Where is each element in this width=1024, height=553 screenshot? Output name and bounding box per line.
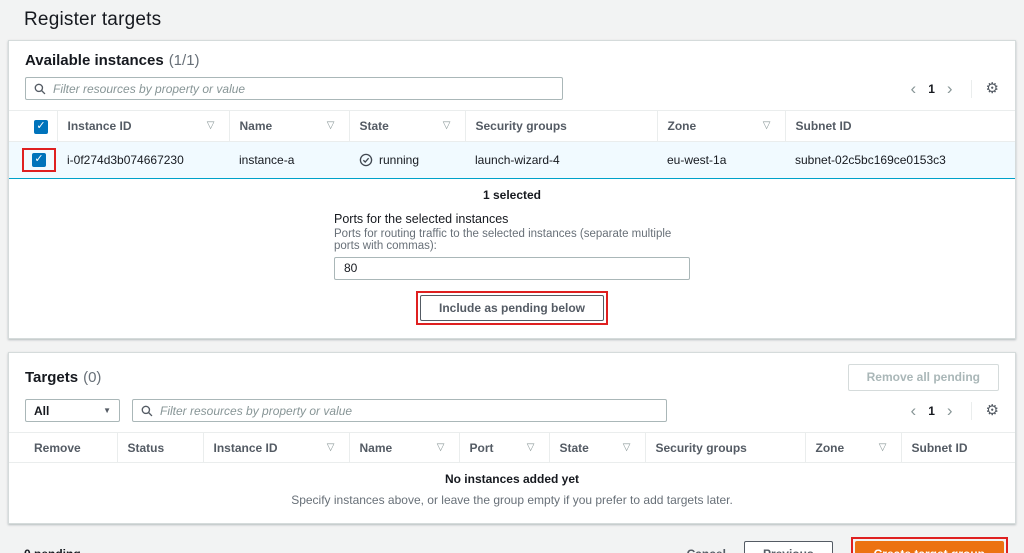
row-checkbox[interactable]: ✓ (32, 153, 46, 167)
sort-icon: ▽ (327, 442, 339, 453)
cell-state: running (349, 141, 465, 178)
sort-icon: ▽ (207, 120, 219, 131)
running-status-icon (359, 153, 373, 167)
column-header-name[interactable]: Name ▽ (229, 111, 349, 142)
available-instances-title: Available instances (25, 52, 164, 69)
include-as-pending-button[interactable]: Include as pending below (420, 295, 604, 322)
sort-icon: ▽ (437, 442, 449, 453)
selected-count-text: 1 selected (9, 179, 1015, 204)
cancel-button[interactable]: Cancel (687, 547, 726, 553)
column-header-state[interactable]: State ▽ (349, 111, 465, 142)
remove-all-pending-button[interactable]: Remove all pending (848, 364, 999, 391)
instance-row: ✓ i-0f274d3b074667230 instance-a running… (9, 141, 1015, 178)
table-header-row: ✓ Instance ID ▽ Name ▽ State ▽ Security … (9, 111, 1015, 142)
column-header-port[interactable]: Port ▽ (459, 433, 549, 463)
cell-subnet-id: subnet-02c5bc169ce0153c3 (785, 141, 1015, 178)
empty-state-hint: Specify instances above, or leave the gr… (9, 493, 1015, 507)
next-page-button[interactable]: › (939, 80, 961, 97)
column-header-name[interactable]: Name ▽ (349, 433, 459, 463)
column-header-security-groups: Security groups (465, 111, 657, 142)
cell-zone: eu-west-1a (657, 141, 785, 178)
cell-security-groups: launch-wizard-4 (465, 141, 657, 178)
row-select-cell: ✓ (9, 141, 57, 178)
targets-filter-input[interactable] (160, 404, 658, 418)
ports-input[interactable] (334, 257, 690, 280)
settings-gear-icon[interactable]: ⚙ (986, 81, 999, 96)
empty-state: No instances added yet Specify instances… (9, 463, 1015, 523)
pending-count-text: 0 pending (24, 547, 81, 553)
annotation-box-include-button: Include as pending below (416, 291, 608, 326)
search-icon (34, 83, 46, 95)
column-header-remove: Remove (9, 433, 117, 463)
table-header-row: Remove Status Instance ID ▽ Name ▽ Port … (9, 433, 1015, 463)
targets-filter (132, 399, 667, 422)
sort-icon: ▽ (327, 120, 339, 131)
create-target-group-button[interactable]: Create target group (855, 541, 1004, 553)
next-page-button[interactable]: › (939, 402, 961, 419)
ports-section: Ports for the selected instances Ports f… (334, 212, 690, 280)
prev-page-button[interactable]: ‹ (903, 80, 925, 97)
page-number: 1 (924, 404, 939, 418)
cell-name: instance-a (229, 141, 349, 178)
targets-pagination: ‹ 1 › ⚙ (903, 402, 999, 420)
available-instances-table: ✓ Instance ID ▽ Name ▽ State ▽ Security … (9, 110, 1015, 179)
targets-table: Remove Status Instance ID ▽ Name ▽ Port … (9, 432, 1015, 463)
sort-icon: ▽ (623, 442, 635, 453)
wizard-footer: 0 pending Cancel Previous Create target … (0, 524, 1024, 553)
column-header-instance-id[interactable]: Instance ID ▽ (57, 111, 229, 142)
sort-icon: ▽ (527, 442, 539, 453)
previous-button[interactable]: Previous (744, 541, 833, 553)
available-instances-panel: Available instances (1/1) ‹ 1 › ⚙ ✓ (8, 40, 1016, 339)
column-header-select-all: ✓ (9, 111, 57, 142)
sort-icon: ▽ (763, 120, 775, 131)
column-header-zone[interactable]: Zone ▽ (805, 433, 901, 463)
column-header-zone[interactable]: Zone ▽ (657, 111, 785, 142)
column-header-subnet-id: Subnet ID (901, 433, 1015, 463)
column-header-status: Status (117, 433, 203, 463)
available-filter (25, 77, 563, 100)
ports-label: Ports for the selected instances (334, 212, 690, 226)
available-pagination: ‹ 1 › ⚙ (903, 80, 999, 98)
available-filter-input[interactable] (53, 82, 554, 96)
settings-gear-icon[interactable]: ⚙ (986, 403, 999, 418)
annotation-box-create-button: Create target group (851, 537, 1008, 553)
annotation-box-checkbox: ✓ (22, 148, 56, 172)
targets-filter-dropdown[interactable]: All ▼ (25, 399, 120, 422)
sort-icon: ▽ (879, 442, 891, 453)
empty-state-title: No instances added yet (9, 472, 1015, 486)
targets-title: Targets (25, 369, 78, 386)
available-instances-count: (1/1) (169, 52, 200, 69)
page-number: 1 (924, 82, 939, 96)
search-icon (141, 405, 153, 417)
ports-hint: Ports for routing traffic to the selecte… (334, 228, 690, 252)
targets-count: (0) (83, 369, 101, 386)
targets-panel: Targets (0) Remove all pending All ▼ ‹ 1… (8, 352, 1016, 524)
select-all-checkbox[interactable]: ✓ (34, 120, 48, 134)
cell-instance-id: i-0f274d3b074667230 (57, 141, 229, 178)
column-header-state[interactable]: State ▽ (549, 433, 645, 463)
prev-page-button[interactable]: ‹ (903, 402, 925, 419)
column-header-subnet-id: Subnet ID (785, 111, 1015, 142)
sort-icon: ▽ (443, 120, 455, 131)
chevron-down-icon: ▼ (103, 406, 111, 415)
column-header-security-groups: Security groups (645, 433, 805, 463)
column-header-instance-id[interactable]: Instance ID ▽ (203, 433, 349, 463)
page-title: Register targets (0, 0, 1024, 40)
